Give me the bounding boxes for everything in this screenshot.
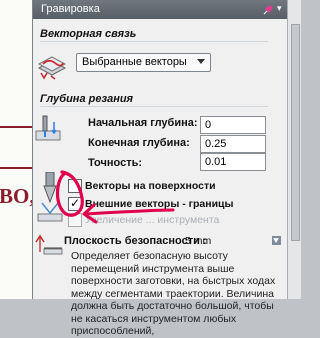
cut-depth-icon <box>35 115 61 141</box>
scrollbar-thumb[interactable] <box>291 24 300 241</box>
document-heading-fragment: ВО, <box>0 184 35 208</box>
safety-plane-dropdown-icon[interactable] <box>272 236 281 245</box>
surface-vectors-checkbox[interactable] <box>68 179 82 193</box>
vector-selection-dropdown[interactable]: Выбранные векторы <box>76 53 211 72</box>
panel-title: Гравировка <box>41 3 100 15</box>
panel-scrollbar[interactable] <box>287 0 301 299</box>
chevron-down-icon <box>197 59 205 64</box>
vector-layers-icon <box>37 56 67 80</box>
document-rule-line <box>0 126 32 128</box>
engraving-panel: Гравировка ▾ Векторная связь Выбранные в… <box>32 0 288 337</box>
tool-offset-checkbox[interactable] <box>68 213 82 227</box>
checkmark-icon: ✓ <box>70 196 81 210</box>
section-divider <box>40 41 268 42</box>
safety-plane-value: 5 mm <box>185 235 212 247</box>
start-depth-input[interactable]: 0 <box>200 116 266 134</box>
outer-vectors-label: Внешние векторы - границы <box>85 198 234 210</box>
cut-depth-section: Глубина резания <box>33 91 288 108</box>
section-title: Глубина резания <box>40 93 134 105</box>
safety-plane-description: Определяет безопасную высоту перемещений… <box>71 250 276 337</box>
menu-icon[interactable]: ▾ <box>277 4 286 13</box>
start-depth-value: 0 <box>205 119 212 131</box>
outer-vectors-checkbox[interactable]: ✓ <box>68 196 82 211</box>
document-rule-line <box>0 167 32 169</box>
safe-height-icon <box>35 234 63 255</box>
tool-bit-icon <box>37 172 63 222</box>
tolerance-value: 0.01 <box>205 156 227 168</box>
vector-link-section: Векторная связь <box>33 26 288 43</box>
surface-vectors-label: Векторы на поверхности <box>85 180 216 192</box>
background-document: ВО, <box>0 0 35 299</box>
pin-icon[interactable] <box>263 4 274 15</box>
end-depth-input[interactable]: 0.25 <box>200 135 266 153</box>
end-depth-value: 0.25 <box>205 138 227 150</box>
panel-titlebar[interactable]: Гравировка ▾ <box>33 0 288 19</box>
end-depth-label: Конечная глубина: <box>88 137 190 149</box>
safety-plane-row: Плоскость безопасности : 5 mm <box>64 234 270 249</box>
tolerance-input[interactable]: 0.01 <box>200 153 266 171</box>
section-title: Векторная связь <box>40 28 137 40</box>
tolerance-label: Точность: <box>88 157 143 169</box>
section-divider <box>40 106 268 107</box>
tool-offset-label: Увеличение ... инструмента <box>85 214 220 226</box>
dropdown-value: Выбранные векторы <box>82 56 187 68</box>
start-depth-label: Начальная глубина: <box>88 117 198 129</box>
